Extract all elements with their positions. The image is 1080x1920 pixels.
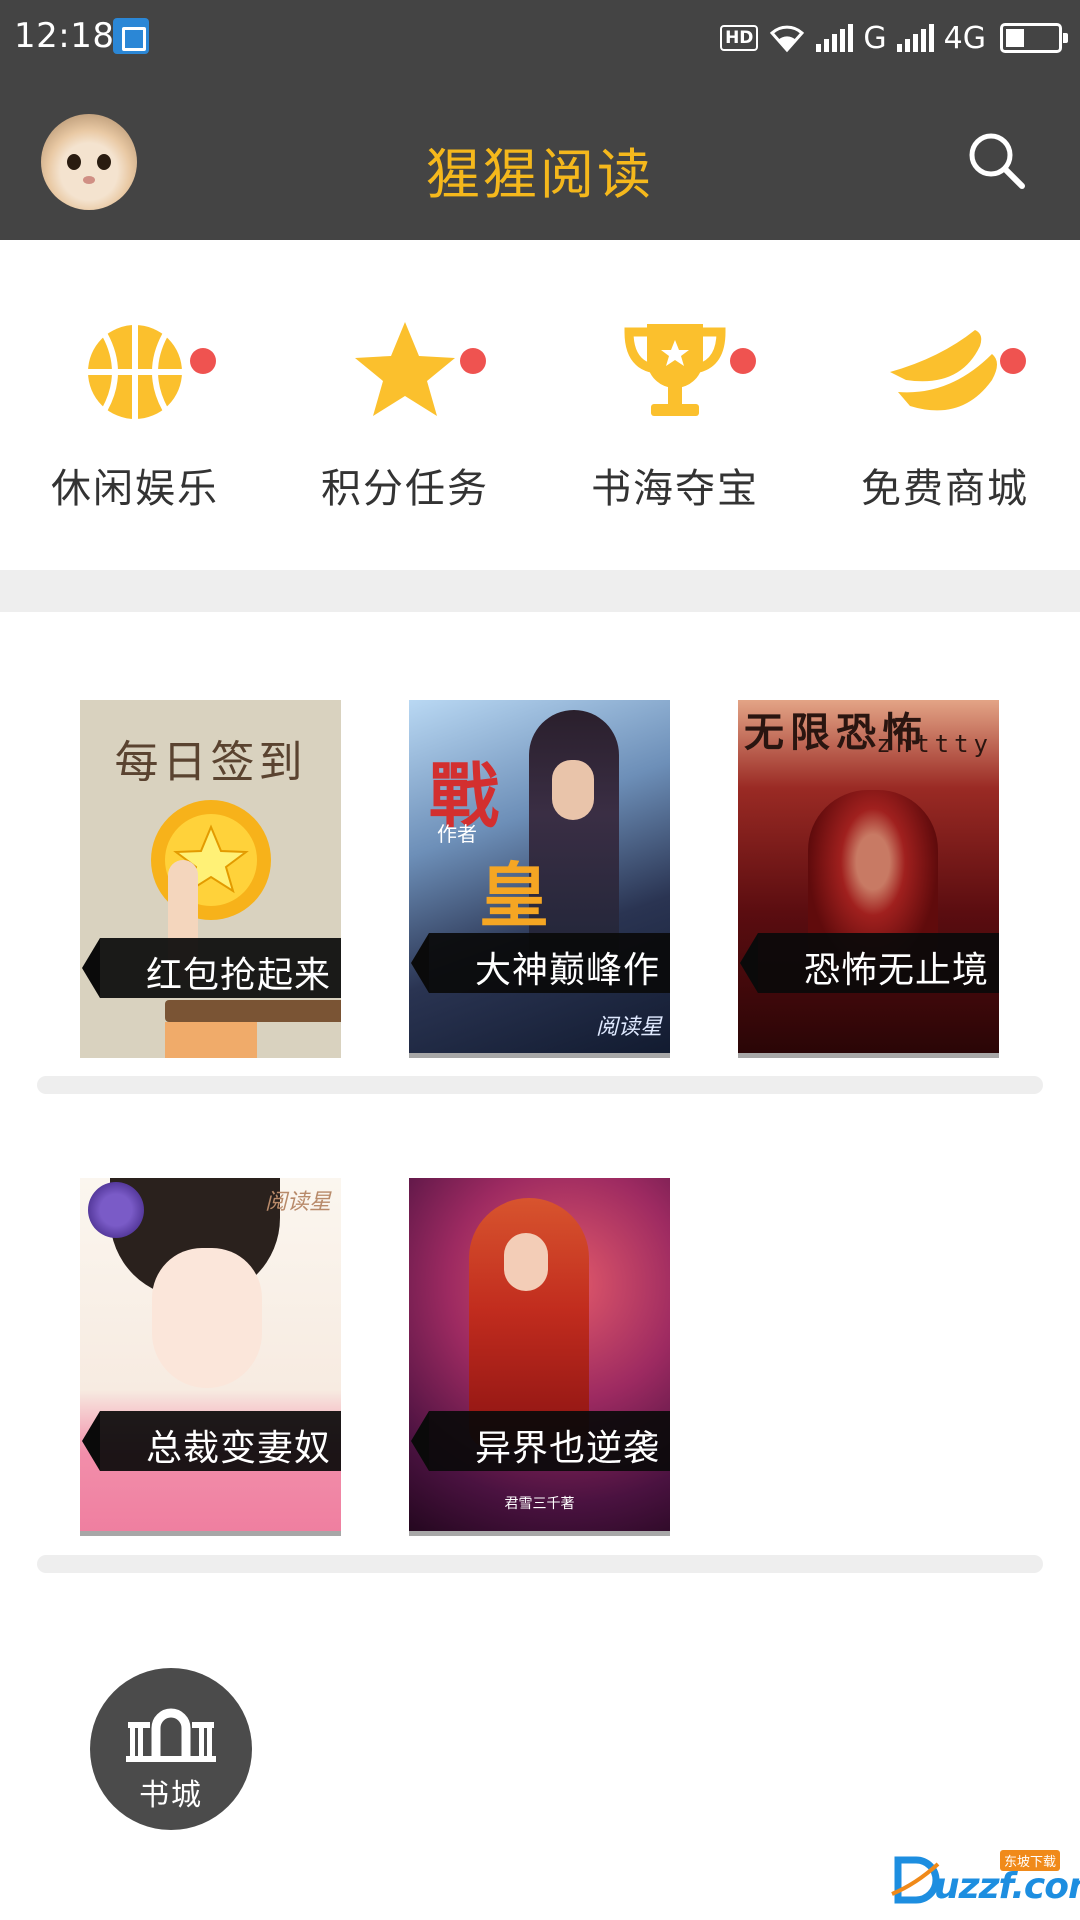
search-button[interactable]: [964, 128, 1028, 192]
battery-icon: [1000, 23, 1068, 53]
watermark: uzzf.com 东坡下载: [890, 1848, 1080, 1908]
badge-dot: [460, 348, 486, 374]
face: [152, 1248, 262, 1388]
book-title: 总裁变妻奴: [145, 1428, 331, 1469]
watermark-text: uzzf.com: [934, 1866, 1080, 1907]
network-type-2: 4G: [943, 20, 986, 56]
search-icon: [969, 133, 1025, 189]
book-card[interactable]: 阅读星 总裁变妻奴: [80, 1178, 341, 1536]
book-title: 恐怖无止境: [803, 950, 989, 991]
row-separator: [37, 1076, 1043, 1094]
book-ribbon: 异界也逆袭: [409, 1411, 670, 1471]
bookstore-button[interactable]: 书城: [90, 1668, 252, 1830]
watermark-sub: 东坡下载: [1000, 1850, 1061, 1871]
cover-brand: 阅读星: [264, 1190, 331, 1215]
book-title: 异界也逆袭: [474, 1428, 660, 1469]
book-ribbon: 总裁变妻奴: [80, 1411, 341, 1471]
book-title: 红包抢起来: [145, 955, 331, 996]
quick-entry-points[interactable]: 积分任务: [270, 280, 540, 530]
cover-brand: 阅读星: [595, 1015, 662, 1040]
basketball-icon: [88, 325, 182, 419]
quick-entry-free-mall[interactable]: 免费商城: [810, 280, 1080, 530]
cover-author: 君雪三千著: [504, 1496, 575, 1512]
banana-icon: [890, 330, 997, 411]
cover-author-label: 作者: [437, 822, 477, 846]
cover-title: 每日签到: [114, 737, 307, 788]
row-separator: [37, 1555, 1043, 1573]
badge-dot: [1000, 348, 1026, 374]
badge-dot: [730, 348, 756, 374]
network-type-1: G: [863, 20, 887, 56]
sleeve-band: [165, 1000, 341, 1022]
cover-title-2: 皇: [479, 854, 549, 937]
bookstore-gate-icon: [126, 1708, 216, 1762]
quick-entry-label: 免费商城: [861, 466, 1029, 512]
book-ribbon: 恐怖无止境: [738, 933, 999, 993]
book-card[interactable]: 每日签到 红包抢起来: [80, 700, 341, 1058]
quick-entries: 休闲娱乐 积分任务 书海夺宝 免费商城: [0, 240, 1080, 570]
battery-level: [1006, 29, 1024, 47]
book-title: 大神巅峰作: [474, 950, 660, 991]
quick-entry-label: 书海夺宝: [591, 466, 759, 512]
coin-illustration: [151, 800, 271, 920]
app-bar: 猩猩阅读: [0, 76, 1080, 240]
app-title: 猩猩阅读: [426, 143, 654, 206]
book-card[interactable]: 无限恐怖 zhttty 恐怖无止境: [738, 700, 999, 1058]
quick-entry-label: 积分任务: [321, 466, 489, 512]
status-icons: HD G 4G: [720, 16, 1068, 60]
book-cover: 无限恐怖 zhttty: [738, 700, 999, 1053]
signal-icon-2: [896, 24, 934, 52]
heroine-face: [504, 1233, 548, 1291]
signal-icon: [816, 24, 854, 52]
bookstore-label: 书城: [139, 1778, 203, 1813]
book-cover: 每日签到: [80, 700, 341, 1058]
status-time: 12:18: [14, 16, 115, 56]
book-cover: 君雪三千著: [409, 1178, 670, 1531]
star-icon: [355, 322, 455, 416]
book-cover: 戰 皇 战皇 作者 阅读星: [409, 700, 670, 1053]
badge-dot: [190, 348, 216, 374]
sleeve: [165, 1022, 257, 1058]
quick-entry-leisure[interactable]: 休闲娱乐: [0, 280, 270, 530]
trophy-icon: [624, 324, 726, 416]
quick-entry-treasure[interactable]: 书海夺宝: [540, 280, 810, 530]
status-bar: 12:18 HD G 4G: [0, 0, 1080, 76]
flower: [88, 1182, 144, 1238]
hd-badge: HD: [720, 25, 759, 51]
quick-entry-label: 休闲娱乐: [51, 466, 219, 512]
screenshot-icon: [113, 18, 149, 54]
book-ribbon: 红包抢起来: [80, 938, 341, 998]
wifi-icon: [770, 25, 805, 53]
section-divider: [0, 570, 1080, 612]
book-card[interactable]: 戰 皇 战皇 作者 阅读星 大神巅峰作: [409, 700, 670, 1058]
book-cover: 阅读星: [80, 1178, 341, 1531]
cover-author: zhttty: [876, 730, 993, 758]
book-card[interactable]: 君雪三千著 异界也逆袭: [409, 1178, 670, 1536]
hero-face: [552, 760, 594, 820]
book-ribbon: 大神巅峰作: [409, 933, 670, 993]
